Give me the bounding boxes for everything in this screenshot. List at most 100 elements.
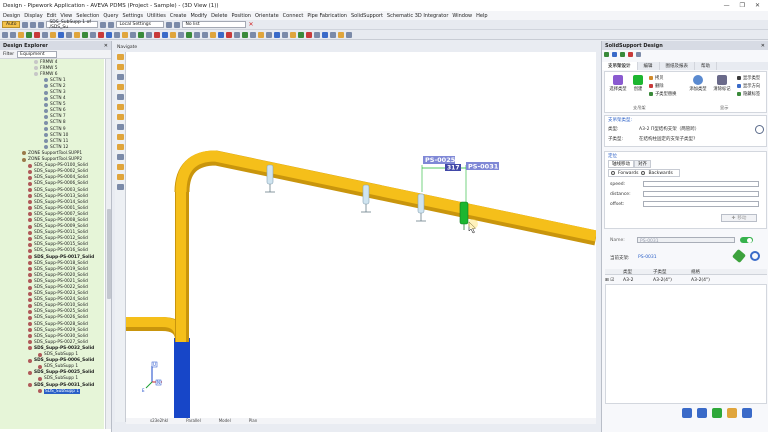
toolbar-tool-1-icon[interactable] <box>2 31 8 38</box>
toolbar-tool-28-icon[interactable] <box>218 31 224 38</box>
toolbar-tool-30-icon[interactable] <box>234 31 240 38</box>
toolbar-tool-37-icon[interactable] <box>290 31 296 38</box>
toolbar-tool-3-icon[interactable] <box>18 31 24 38</box>
toolbar-tool-38-icon[interactable] <box>298 31 304 38</box>
toolbar-tool-7-icon[interactable] <box>50 31 56 38</box>
subtype-replace-button[interactable]: 子类型替换 <box>649 91 676 97</box>
elevation-view-icon[interactable] <box>116 124 124 130</box>
maximize-icon[interactable]: ❐ <box>740 2 745 9</box>
menu-position[interactable]: Position <box>232 13 251 19</box>
toolbar-tool-18-icon[interactable] <box>138 31 144 38</box>
speed-input[interactable] <box>643 181 759 187</box>
navigate-up-icon[interactable] <box>100 21 107 28</box>
row-expand-icon[interactable]: ⊞ ☑ <box>605 278 623 283</box>
menu-query[interactable]: Query <box>103 13 118 19</box>
menu-display[interactable]: Display <box>24 13 42 19</box>
type-search-icon[interactable] <box>755 125 764 134</box>
toolbar-tool-27-icon[interactable] <box>210 31 216 38</box>
menu-help[interactable]: Help <box>476 13 487 19</box>
element-icon[interactable] <box>38 21 45 28</box>
toolbar-tool-25-icon[interactable] <box>194 31 200 38</box>
toolbar-tool-5-icon[interactable] <box>34 31 40 38</box>
pan-icon[interactable] <box>116 64 124 70</box>
toolbar-tool-44-icon[interactable] <box>346 31 352 38</box>
menu-orientate[interactable]: Orientate <box>255 13 279 19</box>
toolbar-tool-11-icon[interactable] <box>82 31 88 38</box>
toolbar-tool-21-icon[interactable] <box>162 31 168 38</box>
shade-icon[interactable] <box>116 164 124 170</box>
menu-connect[interactable]: Connect <box>283 13 304 19</box>
quick-undo-icon[interactable] <box>612 52 617 57</box>
toolbar-tool-17-icon[interactable] <box>130 31 136 38</box>
menu-design[interactable]: Design <box>3 13 20 19</box>
quick-add-icon[interactable] <box>620 52 625 57</box>
navigate-down-icon[interactable] <box>108 21 115 28</box>
toolbar-tool-31-icon[interactable] <box>242 31 248 38</box>
menu-edit[interactable]: Edit <box>47 13 57 19</box>
pencil-icon[interactable] <box>731 248 747 264</box>
close-icon[interactable]: ✕ <box>755 2 760 9</box>
toolbar-tool-15-icon[interactable] <box>114 31 120 38</box>
menu-delete[interactable]: Delete <box>211 13 227 19</box>
toolbar-tool-4-icon[interactable] <box>26 31 32 38</box>
toolbar-tool-29-icon[interactable] <box>226 31 232 38</box>
clear-mark-button[interactable]: 清除标记 <box>711 75 733 92</box>
menu-pipe-fabrication[interactable]: Pipe Fabrication <box>307 13 347 19</box>
toolbar-tool-12-icon[interactable] <box>90 31 96 38</box>
colour-icon[interactable] <box>116 184 124 190</box>
toolbar-tool-19-icon[interactable] <box>146 31 152 38</box>
rotate-icon[interactable] <box>116 74 124 80</box>
filter-combo[interactable]: Equipment <box>17 50 58 58</box>
toolbar-tool-24-icon[interactable] <box>186 31 192 38</box>
toolbar-tool-23-icon[interactable] <box>178 31 184 38</box>
wrench-icon[interactable] <box>727 408 737 418</box>
3d-viewport[interactable]: PS-0025 317 PS-0031 U N E <box>126 52 596 418</box>
toolbar-tool-13-icon[interactable] <box>98 31 104 38</box>
add-type-button[interactable]: 添加类型 <box>687 75 709 92</box>
auto-button[interactable]: Auto <box>2 21 21 28</box>
toolbar-tool-41-icon[interactable] <box>322 31 328 38</box>
hide-label-button[interactable]: 隐藏标签 <box>737 91 760 97</box>
name-toggle[interactable] <box>740 237 753 243</box>
save-icon[interactable] <box>30 21 37 28</box>
toolbar-tool-22-icon[interactable] <box>170 31 176 38</box>
toolbar-tool-40-icon[interactable] <box>314 31 320 38</box>
delete-button[interactable]: 删除 <box>649 83 664 89</box>
walk-icon[interactable] <box>116 84 124 90</box>
minimize-icon[interactable]: — <box>724 2 730 9</box>
locate-search-icon[interactable] <box>750 251 760 261</box>
toolbar-tool-10-icon[interactable] <box>74 31 80 38</box>
toolbar-tool-9-icon[interactable] <box>66 31 72 38</box>
toolbar-tool-16-icon[interactable] <box>122 31 128 38</box>
power-icon[interactable] <box>742 408 752 418</box>
section-icon[interactable] <box>116 144 124 150</box>
menu-schematic-3d-integrator[interactable]: Schematic 3D Integrator <box>387 13 448 19</box>
settings-combo[interactable]: Local Settings <box>116 21 165 28</box>
list-combo[interactable]: No list <box>182 21 247 28</box>
3d-scene[interactable]: PS-0025 317 PS-0031 U N E <box>126 52 596 418</box>
ribbon-tab-2[interactable]: 编辑 <box>638 62 660 70</box>
menu-solidsupport[interactable]: SolidSupport <box>351 13 383 19</box>
explorer-tree[interactable]: FRMW 4 FRMW 5 FRMW 6 SCTN 1 SCTN 2 SCTN 3 SCTN… <box>0 59 104 429</box>
move-button[interactable]: ✚ 移动 <box>721 214 757 222</box>
wireframe-icon[interactable] <box>116 174 124 180</box>
toolbar-tool-35-icon[interactable] <box>274 31 280 38</box>
tree-item[interactable]: SDS_SubSupp 1 <box>0 388 104 394</box>
fit-icon[interactable] <box>116 94 124 100</box>
offset-input[interactable] <box>643 201 759 207</box>
ribbon-tab-4[interactable]: 帮助 <box>695 62 717 70</box>
menu-utilities[interactable]: Utilities <box>147 13 166 19</box>
open-icon[interactable] <box>22 21 29 28</box>
measure-icon[interactable] <box>116 154 124 160</box>
toolbar-tool-42-icon[interactable] <box>330 31 336 38</box>
copy-button[interactable]: 拷贝 <box>649 75 664 81</box>
grid-header-subtype[interactable]: 子类型 <box>653 269 691 275</box>
ribbon-tab-3[interactable]: 图纸及报表 <box>660 62 695 70</box>
menu-view[interactable]: View <box>60 13 72 19</box>
create-button[interactable]: 创建 <box>631 75 645 92</box>
radio-forwards[interactable] <box>611 171 615 175</box>
explorer-scrollbar[interactable] <box>105 59 111 429</box>
toolbar-tool-6-icon[interactable] <box>42 31 48 38</box>
blue-column[interactable] <box>174 338 190 418</box>
distance-input[interactable] <box>643 191 759 197</box>
